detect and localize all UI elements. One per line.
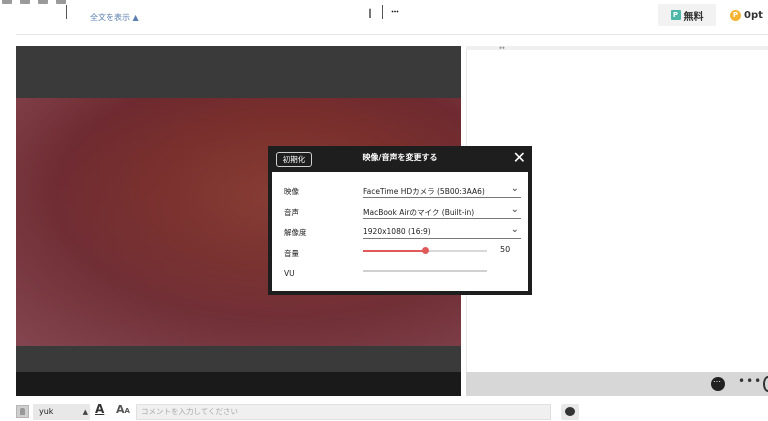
volume-slider-thumb[interactable] — [421, 247, 429, 254]
resolution-label: 解像度 — [284, 228, 307, 237]
chevron-down-icon: ⌄ — [510, 204, 519, 215]
volume-slider-fill — [363, 250, 425, 252]
volume-slider[interactable] — [363, 247, 487, 254]
free-badge[interactable]: P 無料 — [658, 4, 716, 26]
gear-icon[interactable] — [45, 4, 61, 20]
font-size-label: A — [116, 403, 125, 416]
chevron-up-icon: ▲ — [82, 408, 88, 416]
microphone-icon[interactable] — [337, 4, 353, 20]
volume-label: 音量 — [284, 249, 299, 258]
control-separator — [66, 5, 67, 19]
free-icon: P — [670, 10, 681, 20]
comment-input[interactable]: コメントを入力してください — [136, 404, 551, 420]
player-control-bar — [16, 372, 461, 396]
control-separator — [382, 5, 383, 19]
audio-label: 音声 — [284, 208, 299, 217]
show-all-link[interactable]: 全文を表示 ▲ — [90, 12, 139, 23]
refresh-icon[interactable] — [20, 4, 36, 20]
text-color-button[interactable]: A — [95, 402, 104, 416]
chevron-down-icon: ⌄ — [510, 183, 519, 194]
resolution-select[interactable]: 1920x1080 (16:9) ⌄ — [363, 224, 521, 239]
video-label: 映像 — [284, 187, 299, 196]
font-size-button[interactable]: AA — [116, 403, 130, 416]
username-select[interactable]: yuk ▲ — [33, 404, 90, 420]
send-comment-button[interactable] — [561, 404, 579, 420]
free-label: 無料 — [683, 11, 704, 23]
av-settings-dialog: 初期化 映像/音声を変更する ✕ 映像 FaceTime HDカメラ (5B00… — [268, 146, 532, 295]
top-divider — [16, 34, 768, 35]
avatar[interactable] — [16, 405, 29, 418]
audio-device-value: MacBook Airのマイク (Built-in) — [363, 208, 475, 217]
vu-meter — [363, 270, 487, 272]
username-label: yuk — [39, 407, 54, 416]
app-root: 全文を表示 ▲ P 無料 P 0pt ↔ ••• — [0, 0, 768, 421]
vu-label: VU — [284, 269, 295, 278]
video-device-select[interactable]: FaceTime HDカメラ (5B00:3AA6) ⌄ — [363, 183, 521, 198]
more-options-icon[interactable]: ••• — [738, 374, 762, 388]
points-badge[interactable]: P 0pt — [730, 4, 768, 26]
chat-icon[interactable] — [711, 375, 725, 391]
volume-value: 50 — [500, 245, 511, 254]
partial-icon[interactable] — [763, 376, 768, 392]
gift-icon[interactable] — [362, 4, 378, 20]
chevron-down-icon: ⌄ — [510, 224, 519, 235]
points-label: 0pt — [744, 9, 763, 21]
resolution-value: 1920x1080 (16:9) — [363, 227, 431, 236]
comment-icon[interactable] — [387, 4, 403, 20]
top-icon[interactable] — [2, 0, 12, 4]
video-device-value: FaceTime HDカメラ (5B00:3AA6) — [363, 187, 485, 196]
layout-icon[interactable] — [412, 4, 428, 20]
fullscreen-icon[interactable] — [439, 4, 455, 20]
dialog-header: 初期化 映像/音声を変更する ✕ — [268, 146, 532, 172]
audio-device-select[interactable]: MacBook Airのマイク (Built-in) ⌄ — [363, 204, 521, 219]
close-icon[interactable]: ✕ — [513, 149, 526, 167]
font-size-small-glyph: A — [124, 407, 130, 415]
dialog-title: 映像/音声を変更する — [362, 153, 438, 162]
points-icon: P — [730, 9, 741, 21]
